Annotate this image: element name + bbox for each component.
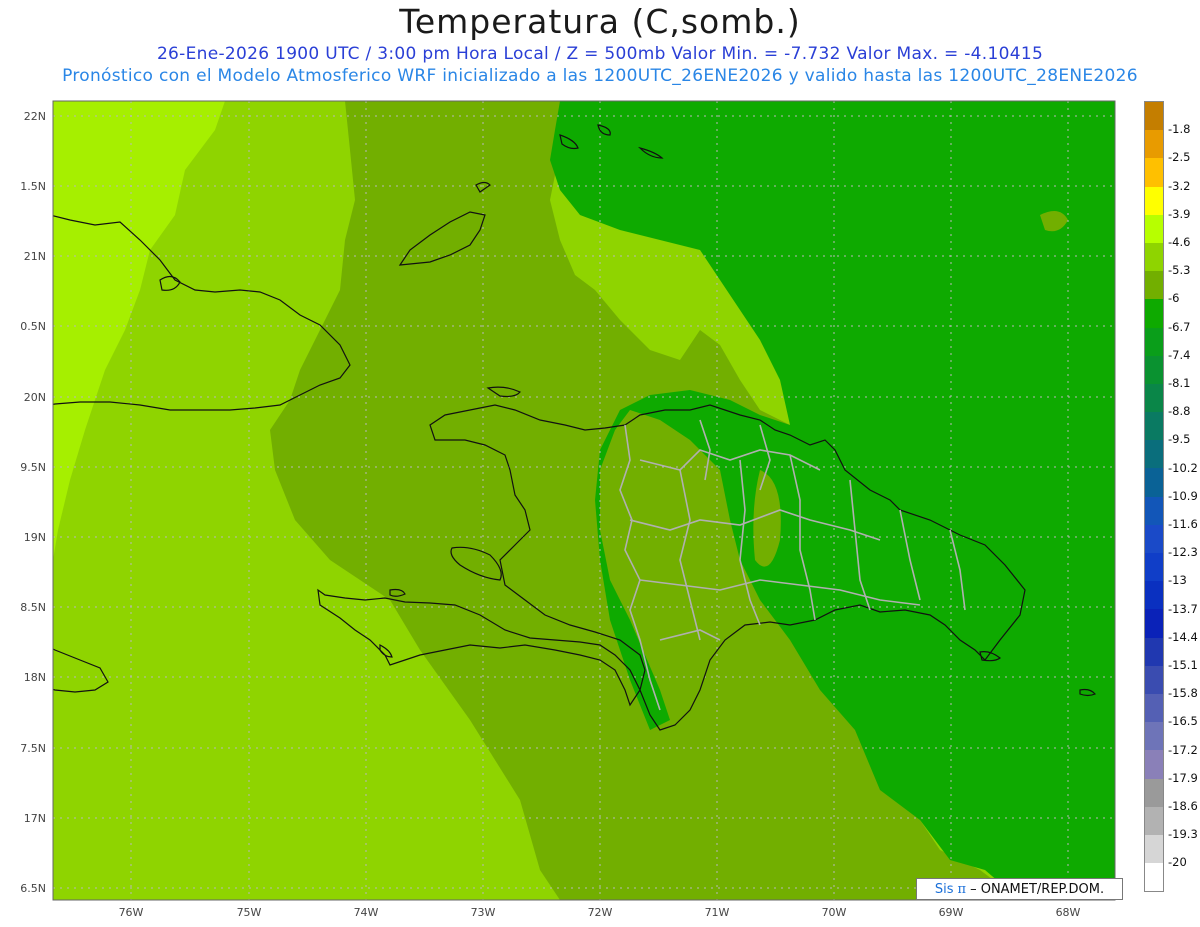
legend-swatch: [1145, 863, 1163, 892]
legend-label: -11.6: [1168, 517, 1198, 531]
legend-swatch: [1145, 609, 1163, 638]
legend-swatch: [1145, 102, 1163, 131]
lat-label: 0.5N: [20, 320, 46, 333]
legend-swatch: [1145, 553, 1163, 582]
legend-swatch: [1145, 242, 1163, 272]
legend-swatch: [1145, 637, 1163, 666]
legend-label: -15.8: [1168, 686, 1198, 701]
lat-label: 18N: [23, 671, 46, 684]
legend-swatch: [1145, 440, 1163, 469]
legend-swatch: [1145, 468, 1163, 497]
legend-label: -5.3: [1168, 263, 1191, 278]
legend-swatch: [1145, 186, 1163, 215]
legend-swatch: [1145, 355, 1163, 384]
color-legend: [1144, 101, 1164, 893]
lon-label: 70W: [821, 906, 847, 919]
legend-label: -8.8: [1168, 404, 1191, 419]
lon-label: 71W: [704, 906, 730, 919]
lat-label: 9.5N: [20, 461, 46, 474]
legend-swatch: [1145, 581, 1163, 610]
temperature-map: [52, 100, 1116, 901]
legend-swatch: [1145, 524, 1163, 553]
legend-color-bar: [1144, 101, 1164, 893]
legend-label: -1.8: [1168, 122, 1191, 137]
lat-label: 1.5N: [20, 180, 46, 193]
lat-label: 21N: [23, 250, 46, 263]
legend-label: -13.7: [1168, 601, 1198, 616]
temperature-field: [53, 101, 1115, 900]
legend-swatch: [1145, 750, 1163, 779]
legend-swatch: [1145, 834, 1163, 864]
lat-label: 8.5N: [20, 601, 46, 614]
legend-label: -7.4: [1168, 347, 1191, 362]
lon-label: 73W: [470, 906, 496, 919]
legend-swatch: [1145, 158, 1163, 187]
legend-swatch: [1145, 214, 1163, 243]
credit-sis: Sis: [934, 881, 954, 897]
lat-label: 19N: [23, 531, 46, 544]
legend-swatch: [1145, 130, 1163, 159]
legend-swatch: [1145, 271, 1163, 300]
lat-label: 6.5N: [20, 882, 46, 895]
legend-label: -18.6: [1168, 799, 1198, 813]
lon-label: 69W: [938, 906, 964, 919]
legend-swatch: [1145, 806, 1163, 835]
legend-label: -4.6: [1168, 235, 1191, 249]
credit-box: Sis π – ONAMET/REP.DOM.: [916, 878, 1123, 900]
legend-label: -16.5: [1168, 714, 1198, 729]
legend-label: -8.1: [1168, 376, 1191, 390]
lon-label: 76W: [118, 906, 144, 919]
legend-label: -15.1: [1168, 658, 1198, 672]
legend-label: -2.5: [1168, 150, 1191, 165]
legend-label: -20: [1168, 855, 1187, 870]
legend-swatch: [1145, 778, 1163, 807]
legend-swatch: [1145, 327, 1163, 356]
lon-label: 72W: [587, 906, 613, 919]
legend-swatch: [1145, 299, 1163, 328]
legend-label: -9.5: [1168, 432, 1191, 447]
lat-label: 7.5N: [20, 742, 46, 755]
legend-label: -10.2: [1168, 460, 1198, 475]
legend-swatch: [1145, 412, 1163, 441]
lon-label: 74W: [353, 906, 379, 919]
legend-label: -3.9: [1168, 206, 1191, 221]
lat-label: 20N: [23, 391, 46, 404]
credit-org: – ONAMET/REP.DOM.: [970, 881, 1105, 897]
lon-label: 75W: [236, 906, 262, 919]
legend-label: -10.9: [1168, 488, 1198, 503]
legend-label: -17.9: [1168, 770, 1198, 785]
legend-swatch: [1145, 722, 1163, 751]
lat-label: 22N: [23, 110, 46, 123]
legend-swatch: [1145, 383, 1163, 413]
legend-label: -6: [1168, 291, 1180, 306]
pi-symbol: π: [957, 881, 967, 897]
legend-label: -3.2: [1168, 178, 1191, 193]
legend-label: -6.7: [1168, 319, 1191, 334]
legend-label: -13: [1168, 573, 1187, 588]
legend-label: -12.3: [1168, 545, 1198, 560]
lon-label: 68W: [1055, 906, 1081, 919]
lat-label: 17N: [23, 812, 46, 825]
legend-swatch: [1145, 496, 1163, 525]
legend-swatch: [1145, 665, 1163, 694]
legend-label: -17.2: [1168, 742, 1198, 757]
legend-label: -19.3: [1168, 827, 1198, 842]
legend-swatch: [1145, 693, 1163, 723]
legend-label: -14.4: [1168, 629, 1198, 644]
